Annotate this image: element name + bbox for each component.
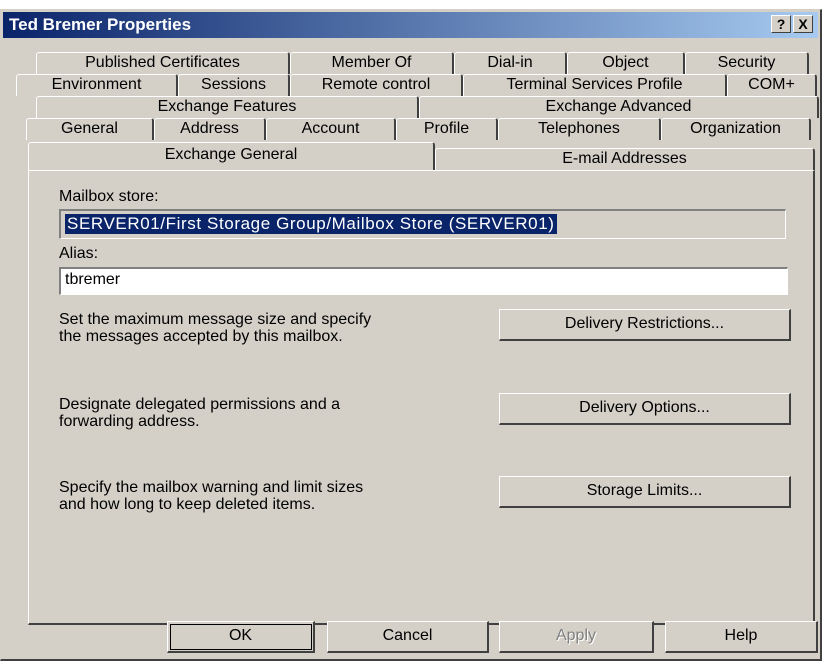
exchange-general-panel: Mailbox store: SERVER01/First Storage Gr… bbox=[28, 170, 815, 625]
tab-object[interactable]: Object bbox=[567, 52, 685, 74]
storage-limits-description: Specify the mailbox warning and limit si… bbox=[59, 479, 363, 513]
help-button[interactable]: Help bbox=[665, 621, 818, 653]
tab-terminal-services-profile[interactable]: Terminal Services Profile bbox=[463, 74, 727, 96]
storage-limits-button[interactable]: Storage Limits... bbox=[499, 476, 791, 508]
delivery-options-desc-line1: Designate delegated permissions and a bbox=[59, 396, 341, 413]
tab-security[interactable]: Security bbox=[685, 52, 809, 74]
storage-limits-desc-line1: Specify the mailbox warning and limit si… bbox=[59, 479, 364, 496]
window-title: Ted Bremer Properties bbox=[9, 15, 192, 34]
tab-sessions[interactable]: Sessions bbox=[178, 74, 290, 96]
tab-published-certificates[interactable]: Published Certificates bbox=[36, 52, 290, 74]
tab-address[interactable]: Address bbox=[154, 118, 266, 140]
help-title-button[interactable]: ? bbox=[771, 15, 791, 33]
tab-exchange-features[interactable]: Exchange Features bbox=[36, 96, 419, 118]
tab-general[interactable]: General bbox=[26, 118, 154, 140]
tab-profile[interactable]: Profile bbox=[396, 118, 498, 140]
title-bar[interactable]: Ted Bremer Properties ? X bbox=[3, 12, 818, 38]
storage-limits-desc-line2: and how long to keep deleted items. bbox=[59, 496, 316, 513]
tab-environment[interactable]: Environment bbox=[16, 74, 178, 96]
tab-email-addresses[interactable]: E-mail Addresses bbox=[435, 148, 815, 170]
close-title-button[interactable]: X bbox=[793, 15, 813, 33]
mailbox-store-field[interactable]: SERVER01/First Storage Group/Mailbox Sto… bbox=[59, 209, 786, 239]
delivery-restrictions-description: Set the maximum message size and specify… bbox=[59, 311, 371, 345]
tab-organization[interactable]: Organization bbox=[661, 118, 811, 140]
close-icon: X bbox=[798, 16, 808, 32]
tab-exchange-general[interactable]: Exchange General bbox=[28, 142, 435, 170]
delivery-options-button[interactable]: Delivery Options... bbox=[499, 393, 791, 425]
delivery-restrictions-button[interactable]: Delivery Restrictions... bbox=[499, 309, 791, 341]
properties-dialog: Ted Bremer Properties ? X Published Cert… bbox=[0, 9, 822, 661]
alias-input[interactable]: tbremer bbox=[59, 267, 788, 295]
question-mark-icon: ? bbox=[776, 16, 786, 32]
delivery-options-desc-line2: forwarding address. bbox=[59, 413, 200, 430]
alias-label: Alias: bbox=[59, 245, 99, 262]
cancel-button[interactable]: Cancel bbox=[327, 621, 489, 653]
delivery-options-description: Designate delegated permissions and a fo… bbox=[59, 396, 340, 430]
tab-dial-in[interactable]: Dial-in bbox=[454, 52, 567, 74]
tab-member-of[interactable]: Member Of bbox=[290, 52, 454, 74]
tab-com-plus[interactable]: COM+ bbox=[727, 74, 817, 96]
tab-remote-control[interactable]: Remote control bbox=[290, 74, 463, 96]
tab-account[interactable]: Account bbox=[266, 118, 396, 140]
mailbox-store-value: SERVER01/First Storage Group/Mailbox Sto… bbox=[65, 214, 557, 234]
ok-button[interactable]: OK bbox=[167, 621, 315, 653]
delivery-restrictions-desc-line2: the messages accepted by this mailbox. bbox=[59, 328, 343, 345]
apply-button[interactable]: Apply bbox=[499, 621, 654, 653]
tab-exchange-advanced[interactable]: Exchange Advanced bbox=[419, 96, 819, 118]
tab-telephones[interactable]: Telephones bbox=[498, 118, 661, 140]
delivery-restrictions-desc-line1: Set the maximum message size and specify bbox=[59, 311, 372, 328]
mailbox-store-label: Mailbox store: bbox=[59, 188, 159, 205]
